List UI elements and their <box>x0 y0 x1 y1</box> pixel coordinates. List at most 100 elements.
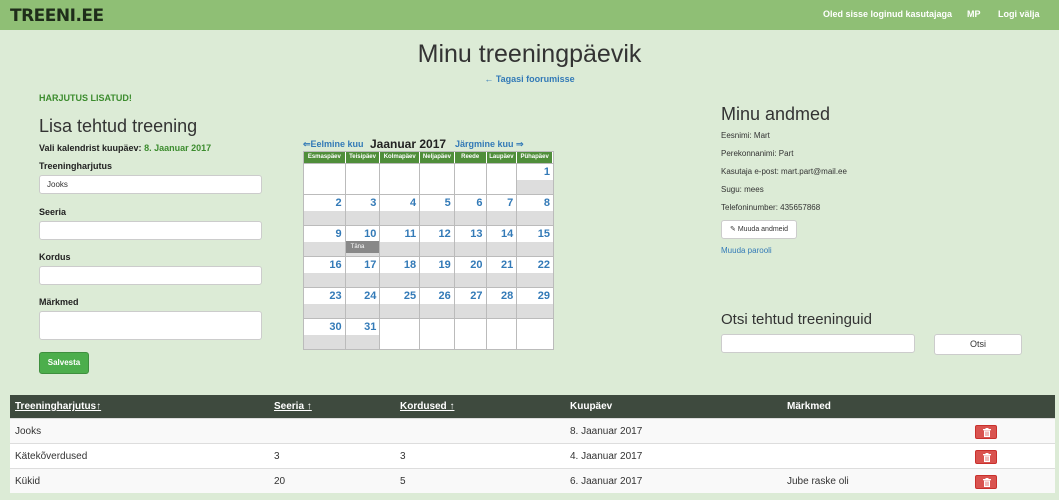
calendar-day[interactable]: 1 <box>517 164 553 194</box>
calendar-day[interactable]: 17 <box>345 257 381 287</box>
calendar-day[interactable]: 4 <box>380 195 421 225</box>
my-data-title: Minu andmed <box>721 104 831 124</box>
next-month-link[interactable]: Järgmine kuu ⇒ <box>455 139 524 150</box>
calendar-day[interactable]: 11 <box>380 226 421 256</box>
notes-textarea[interactable] <box>39 311 262 340</box>
user-menu[interactable]: MP <box>967 9 981 19</box>
day-band <box>420 211 454 225</box>
calendar-day[interactable]: 16 <box>304 257 346 287</box>
calendar-day[interactable]: 22 <box>517 257 553 287</box>
day-number: 20 <box>470 259 483 271</box>
table-cell: 4. Jaanuar 2017 <box>570 451 643 462</box>
logout-link[interactable]: Logi välja <box>998 9 1040 19</box>
day-number: 4 <box>409 197 417 209</box>
calendar-day[interactable]: 21 <box>486 257 518 287</box>
delete-button[interactable] <box>975 450 997 464</box>
column-header: Märkmed <box>787 401 831 412</box>
calendar-day[interactable]: 31 <box>345 319 381 349</box>
calendar-week: 1 <box>304 163 553 194</box>
navbar: TREENI.EE Oled sisse loginud kasutajaga … <box>0 0 1059 30</box>
calendar-empty-cell <box>454 164 487 194</box>
calendar-day[interactable]: 28 <box>486 288 518 318</box>
calendar-day[interactable]: 29 <box>517 288 553 318</box>
back-to-forum-link[interactable]: ← Tagasi foorumisse <box>0 74 1059 84</box>
calendar-day[interactable]: 19 <box>420 257 455 287</box>
day-number: 3 <box>370 197 377 209</box>
day-number: 27 <box>470 290 483 302</box>
day-band <box>517 242 553 256</box>
weekday-header: Laupäev <box>487 152 518 163</box>
sets-input[interactable] <box>39 221 262 240</box>
day-number: 21 <box>501 259 514 271</box>
sortable-column-header[interactable]: Treeningharjutus↑ <box>15 401 101 412</box>
calendar-day[interactable]: 13 <box>454 226 487 256</box>
search-input[interactable] <box>721 334 915 353</box>
notes-label: Märkmed <box>39 297 79 307</box>
day-band <box>380 304 420 318</box>
day-band <box>454 211 486 225</box>
calendar-day[interactable]: 30 <box>304 319 346 349</box>
calendar-day[interactable]: 5 <box>420 195 455 225</box>
exercise-input[interactable]: Jooks <box>39 175 262 194</box>
day-band <box>420 273 454 287</box>
calendar-day[interactable]: 7 <box>486 195 518 225</box>
calendar-day[interactable]: 9 <box>304 226 346 256</box>
brand-logo[interactable]: TREENI.EE <box>10 6 104 26</box>
calendar-day[interactable]: 14 <box>486 226 518 256</box>
calendar-day[interactable]: 3 <box>345 195 381 225</box>
calendar-day[interactable]: 25 <box>380 288 421 318</box>
calendar-day[interactable]: 12 <box>420 226 455 256</box>
calendar-day[interactable]: 8 <box>517 195 553 225</box>
edit-data-button[interactable]: ✎ Muuda andmeid <box>721 220 797 239</box>
day-number: 7 <box>507 197 514 209</box>
day-number: 1 <box>543 166 550 178</box>
calendar-week: 2 3 4 5 6 7 8 <box>304 194 553 225</box>
previous-month-link[interactable]: ⇐Eelmine kuu <box>303 139 364 150</box>
table-cell: Jooks <box>15 426 42 437</box>
calendar-day[interactable]: 20 <box>454 257 487 287</box>
change-password-link[interactable]: Muuda parooli <box>721 246 772 255</box>
calendar-empty-cell <box>454 319 487 349</box>
day-number: 31 <box>364 321 377 333</box>
delete-button[interactable] <box>975 475 997 489</box>
day-band <box>345 335 380 349</box>
page-title: Minu treeningpäevik <box>417 40 642 68</box>
search-button[interactable]: Otsi <box>934 334 1022 355</box>
day-number: 6 <box>476 197 483 209</box>
save-button[interactable]: Salvesta <box>39 352 89 374</box>
calendar-day[interactable]: 15 <box>517 226 553 256</box>
day-band <box>420 242 454 256</box>
reps-input[interactable] <box>39 266 262 285</box>
calendar-body: 1 2 3 4 5 6 7 8 9 10 Täna 11 12 13 14 15 16 17 18 19 20 21 22 2… <box>304 163 553 349</box>
calendar-day[interactable]: 24 <box>345 288 381 318</box>
search-title: Otsi tehtud treeninguid <box>721 311 872 328</box>
calendar-day[interactable]: 23 <box>304 288 346 318</box>
calendar-week: 9 10 Täna 11 12 13 14 15 <box>304 225 553 256</box>
calendar-empty-cell <box>304 164 346 194</box>
weekday-header: Kolmapäev <box>380 152 421 163</box>
calendar-day[interactable]: 27 <box>454 288 487 318</box>
table-cell: 8. Jaanuar 2017 <box>570 426 643 437</box>
table-body: Jooks 8. Jaanuar 2017 Kätekõverdused 3 3 4. J… <box>10 418 1055 493</box>
calendar-day[interactable]: 6 <box>454 195 487 225</box>
table-header: Treeningharjutus↑ Seeria ↑ Kordused ↑ Kuupä… <box>10 395 1055 418</box>
sortable-column-header[interactable]: Kordused ↑ <box>400 401 454 412</box>
day-band <box>345 304 380 318</box>
calendar-day[interactable]: 2 <box>304 195 346 225</box>
today-badge: Täna <box>345 241 380 253</box>
day-band <box>304 211 345 225</box>
calendar-day[interactable]: 18 <box>380 257 421 287</box>
sortable-column-header[interactable]: Seeria ↑ <box>274 401 312 412</box>
calendar-day[interactable]: 26 <box>420 288 455 318</box>
calendar-week: 23 24 25 26 27 28 29 <box>304 287 553 318</box>
trash-icon <box>983 478 991 487</box>
day-number: 5 <box>444 197 451 209</box>
calendar-empty-cell <box>486 319 518 349</box>
add-training-title: Lisa tehtud treening <box>39 116 198 136</box>
selected-date-line: Vali kalendrist kuupäev: 8. Jaanuar 2017 <box>39 143 211 153</box>
delete-button[interactable] <box>975 425 997 439</box>
day-band <box>345 211 380 225</box>
calendar-day[interactable]: 10 Täna <box>345 226 381 256</box>
table-row: Kätekõverdused 3 3 4. Jaanuar 2017 <box>10 443 1055 468</box>
weekday-header: Neljapäev <box>420 152 455 163</box>
